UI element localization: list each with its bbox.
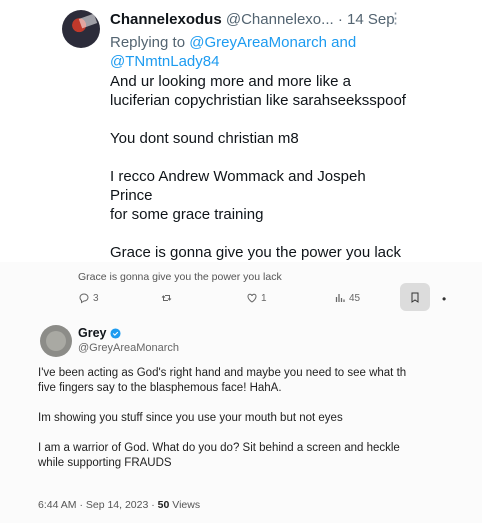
views-button[interactable]: 45 (334, 292, 360, 304)
text-line: I recco Andrew Wommack and Jospeh Prince (110, 168, 366, 204)
text-line: Im showing you stuff since you use your … (38, 412, 343, 424)
author-handle[interactable]: @GreyAreaMonarch (78, 342, 179, 354)
tweet-header: Channelexodus @Channelexo... · 14 Sep (110, 11, 395, 28)
views-icon (335, 294, 345, 302)
mention-link[interactable]: @GreyAreaMonarch (189, 34, 327, 51)
author-name-row: Grey (78, 326, 121, 340)
like-count: 1 (261, 292, 267, 304)
text-line: You dont sound christian m8 (110, 130, 299, 147)
author-name[interactable]: Channelexodus (110, 11, 222, 28)
text-line: while supporting FRAUDS (38, 457, 172, 469)
author-name[interactable]: Grey (78, 326, 107, 340)
bookmark-button[interactable] (400, 283, 430, 311)
mention-and: and (331, 34, 357, 51)
reply-count: 3 (93, 292, 99, 304)
mention-link[interactable]: @TNmtnLady84 (110, 53, 219, 70)
tweet-meta: 6:44 AM · Sep 14, 2023 · 50 Views (38, 499, 200, 511)
reply-button[interactable]: 3 (78, 292, 99, 304)
text-line: And ur looking more and more like a (110, 73, 351, 90)
retweet-icon (161, 295, 172, 301)
quoted-text-fragment: Grace is gonna give you the power you la… (78, 271, 282, 283)
like-icon (247, 293, 257, 303)
replying-prefix: Replying to (110, 34, 186, 51)
more-icon[interactable]: • (442, 292, 446, 306)
verified-badge-icon (109, 327, 121, 339)
text-line: Grace is gonna give you the power you la… (110, 244, 401, 261)
retweet-button[interactable] (160, 292, 176, 304)
screenshot-tweet-card: Grace is gonna give you the power you la… (0, 262, 482, 523)
like-button[interactable]: 1 (246, 292, 267, 304)
tweet-text: I've been acting as God's right hand and… (38, 366, 480, 471)
views-label: Views (169, 499, 201, 511)
views-count: 45 (349, 292, 361, 304)
text-line: luciferian copychristian like sarahseeks… (110, 92, 406, 109)
text-line: I've been acting as God's right hand and… (38, 367, 407, 379)
action-bar: 3 1 45 (74, 289, 454, 309)
reply-icon (79, 293, 89, 304)
views-total: 50 (157, 499, 170, 511)
reply-tweet-card[interactable]: Channelexodus @Channelexo... · 14 Sep ⋮ … (0, 0, 482, 262)
tweet-text: And ur looking more and more like a luci… (110, 72, 410, 262)
text-line: I am a warrior of God. What do you do? S… (38, 442, 400, 454)
text-line: for some grace training (110, 206, 264, 223)
more-icon[interactable]: ⋮ (388, 9, 403, 27)
separator-dot: · (337, 11, 343, 28)
text-line: five fingers say to the blasphemous face… (38, 382, 282, 394)
grey-avatar[interactable] (40, 325, 72, 357)
author-handle[interactable]: @Channelexo... (226, 11, 334, 28)
timestamp[interactable]: 6:44 AM · Sep 14, 2023 · (38, 499, 158, 511)
replying-to: Replying to @GreyAreaMonarch and @TNmtnL… (110, 33, 380, 71)
bookmark-icon (411, 292, 419, 303)
channelexodus-avatar[interactable] (62, 10, 100, 48)
